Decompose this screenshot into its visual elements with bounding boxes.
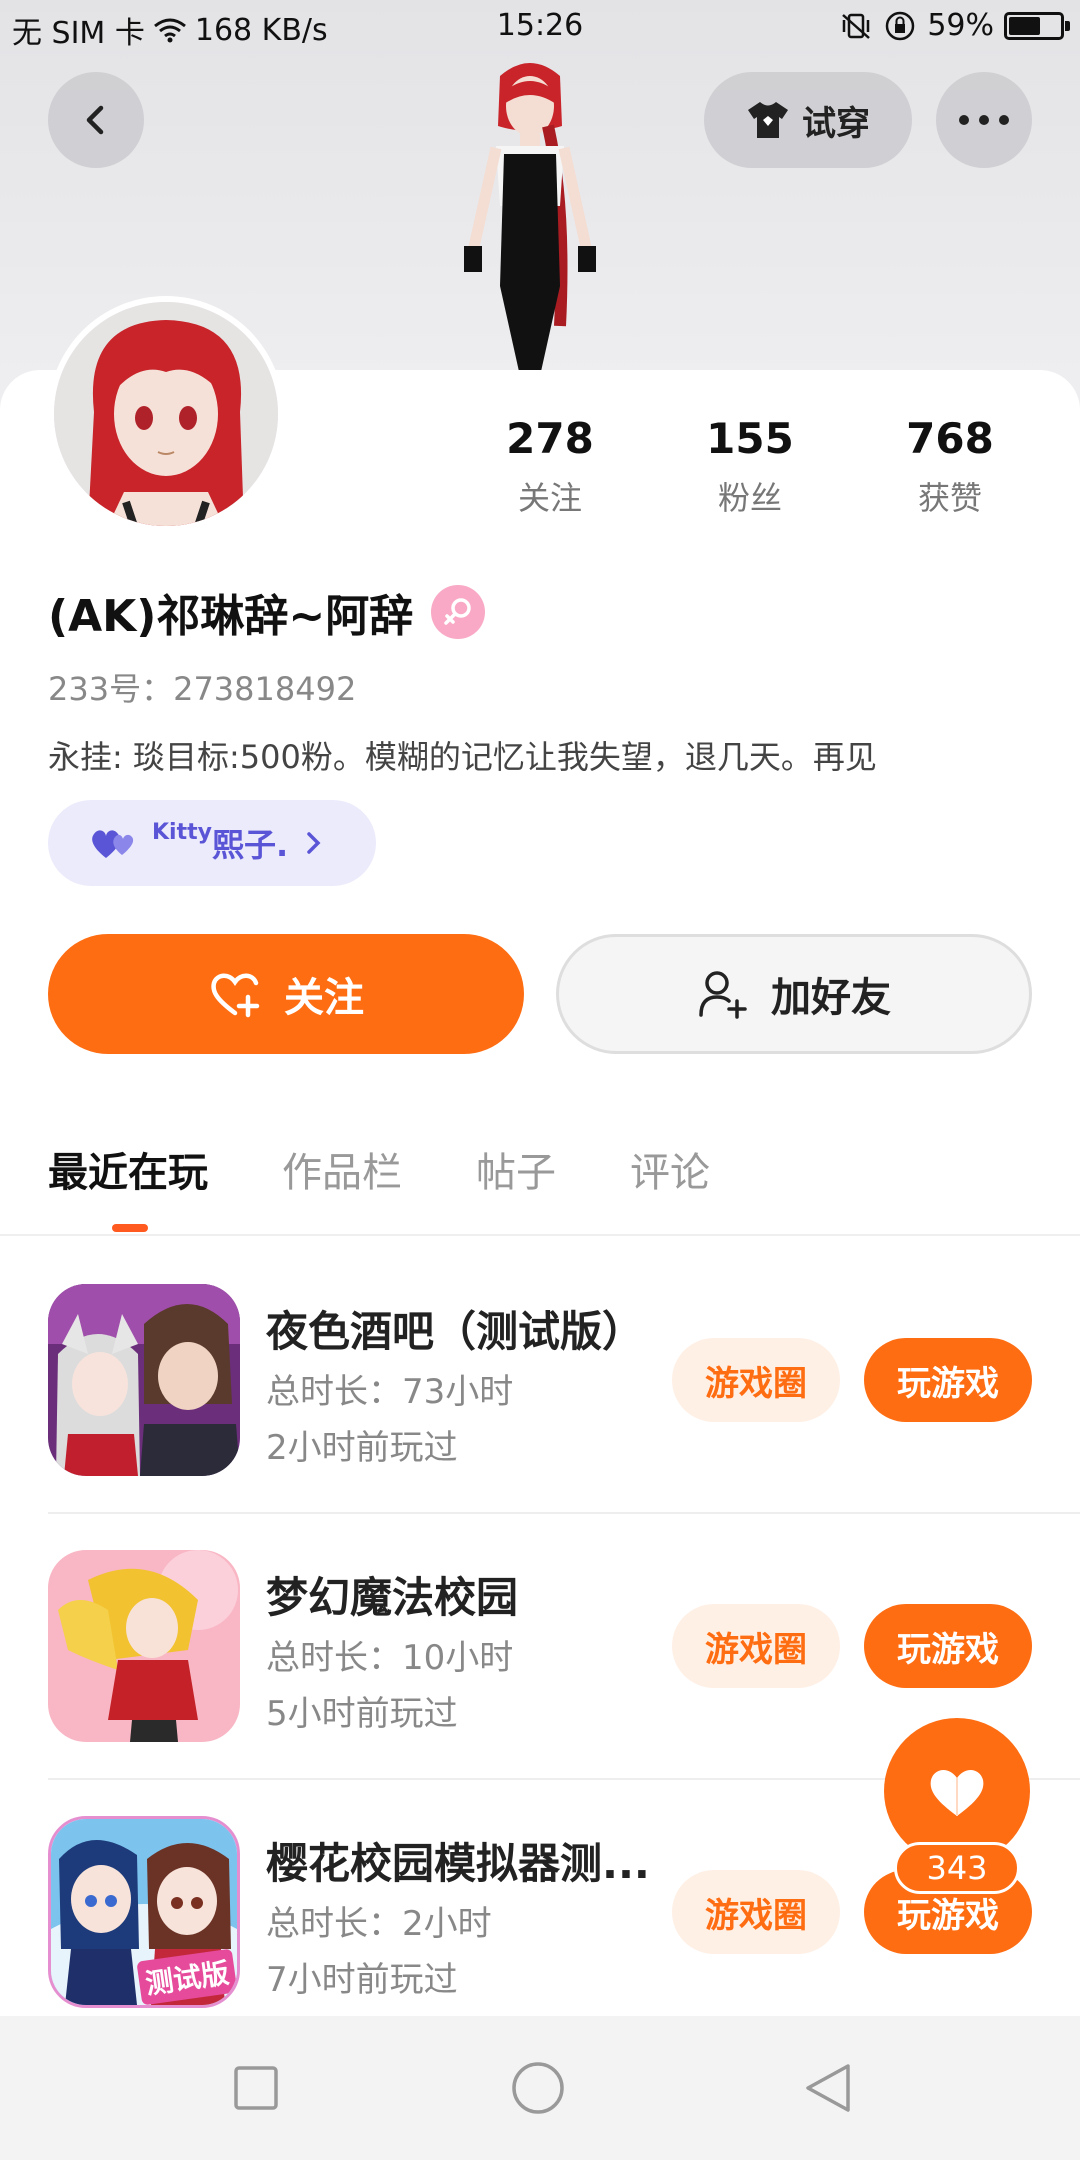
tab-works[interactable]: 作品栏: [282, 1140, 402, 1198]
double-heart-icon: [92, 830, 134, 858]
profile-tabs: 最近在玩 作品栏 帖子 评论: [48, 1140, 710, 1198]
status-bar: 无 SIM 卡 168 KB/s 15:26 59%: [0, 0, 1080, 56]
play-game-button[interactable]: 玩游戏: [864, 1604, 1032, 1688]
chevron-left-icon: [86, 105, 104, 135]
heart-plus-icon: [211, 973, 260, 1018]
avatar-portrait: [54, 302, 278, 526]
battery-percent: 59%: [927, 8, 994, 43]
stat-value: 278: [506, 414, 594, 463]
user-id: 233号：273818492: [48, 670, 357, 708]
game-last-played: 2小时前玩过: [266, 1428, 458, 1468]
stat-following[interactable]: 278 关注: [470, 414, 630, 519]
tabs-divider: [0, 1234, 1080, 1236]
add-user-icon: [699, 971, 747, 1019]
battery-icon: [1004, 11, 1070, 40]
username: (AK)祁琳辞~阿辞: [48, 591, 414, 642]
chevron-right-icon: [307, 832, 321, 854]
more-button[interactable]: [936, 72, 1032, 168]
battery-fill: [1009, 16, 1040, 35]
back-nav-icon[interactable]: [800, 2060, 856, 2116]
tab-posts[interactable]: 帖子: [476, 1140, 556, 1198]
game-title: 夜色酒吧（测试版）: [266, 1307, 645, 1356]
add-friend-button[interactable]: 加好友: [556, 934, 1032, 1054]
recent-apps-icon[interactable]: [232, 2064, 280, 2112]
stat-label: 粉丝: [717, 479, 782, 517]
active-tab-indicator: [112, 1224, 148, 1232]
follow-label: 关注: [284, 975, 364, 1021]
status-right: 59%: [839, 8, 1070, 43]
vibrate-icon: [842, 13, 871, 39]
game-title: 樱花校园模拟器测...: [266, 1839, 650, 1888]
game-duration: 总时长：73小时: [266, 1372, 514, 1412]
game-list-item[interactable]: 梦幻魔法校园 总时长：10小时 5小时前玩过 游戏圈 玩游戏: [48, 1550, 1032, 1742]
try-on-button[interactable]: 试穿: [704, 72, 912, 168]
bio: 永挂: 琰目标:500粉。模糊的记忆让我失望，退几天。再见: [48, 738, 877, 776]
system-nav-bar: [0, 2016, 1080, 2160]
tshirt-icon: [748, 102, 788, 138]
play-game-button[interactable]: 玩游戏: [864, 1338, 1032, 1422]
heart-icon: [930, 1769, 984, 1816]
game-icon-sakura-school[interactable]: 测试版: [48, 1816, 240, 2008]
game-icon-night-bar[interactable]: [48, 1284, 240, 1476]
back-button[interactable]: [48, 72, 144, 168]
stat-likes[interactable]: 768 获赞: [870, 414, 1030, 519]
rotation-lock-icon: [886, 11, 915, 40]
avatar[interactable]: [48, 296, 284, 532]
like-count-badge: 343: [894, 1842, 1020, 1894]
game-last-played: 5小时前玩过: [266, 1694, 458, 1734]
game-duration: 总时长：2小时: [266, 1904, 492, 1944]
add-friend-label: 加好友: [771, 975, 891, 1021]
username-row: (AK)祁琳辞~阿辞: [48, 580, 486, 644]
game-circle-button[interactable]: 游戏圈: [672, 1604, 840, 1688]
cp-relationship-badge[interactable]: Kitty熙子.: [48, 800, 376, 886]
row-divider: [48, 1512, 1080, 1514]
stat-value: 768: [906, 414, 994, 463]
avatar-character-render: [464, 63, 596, 376]
stat-followers[interactable]: 155 粉丝: [670, 414, 830, 519]
stat-label: 获赞: [917, 479, 982, 517]
more-dots-icon: [959, 115, 1009, 125]
game-circle-button[interactable]: 游戏圈: [672, 1870, 840, 1954]
tab-comments[interactable]: 评论: [630, 1140, 710, 1198]
game-list-item[interactable]: 夜色酒吧（测试版） 总时长：73小时 2小时前玩过 游戏圈 玩游戏: [48, 1284, 1032, 1476]
follow-button[interactable]: 关注: [48, 934, 524, 1054]
game-circle-button[interactable]: 游戏圈: [672, 1338, 840, 1422]
game-duration: 总时长：10小时: [266, 1638, 514, 1678]
try-on-label: 试穿: [802, 103, 870, 144]
cp-prefix: Kitty: [152, 820, 212, 845]
female-icon: [431, 585, 486, 639]
profile-stats: 278 关注 155 粉丝 768 获赞: [470, 414, 1030, 519]
game-icon-magic-school[interactable]: [48, 1550, 240, 1742]
stat-value: 155: [706, 414, 794, 463]
cp-name: Kitty熙子.: [152, 820, 288, 866]
stat-label: 关注: [517, 479, 582, 517]
game-last-played: 7小时前玩过: [266, 1960, 458, 2000]
home-icon[interactable]: [510, 2060, 566, 2116]
avatar-image: [54, 302, 278, 526]
cp-name-text: 熙子.: [211, 826, 289, 864]
game-title: 梦幻魔法校园: [266, 1573, 519, 1622]
game-list-item[interactable]: 测试版 樱花校园模拟器测... 总时长：2小时 7小时前玩过 游戏圈 玩游戏: [48, 1816, 1032, 2008]
tab-recent-play[interactable]: 最近在玩: [48, 1140, 208, 1198]
